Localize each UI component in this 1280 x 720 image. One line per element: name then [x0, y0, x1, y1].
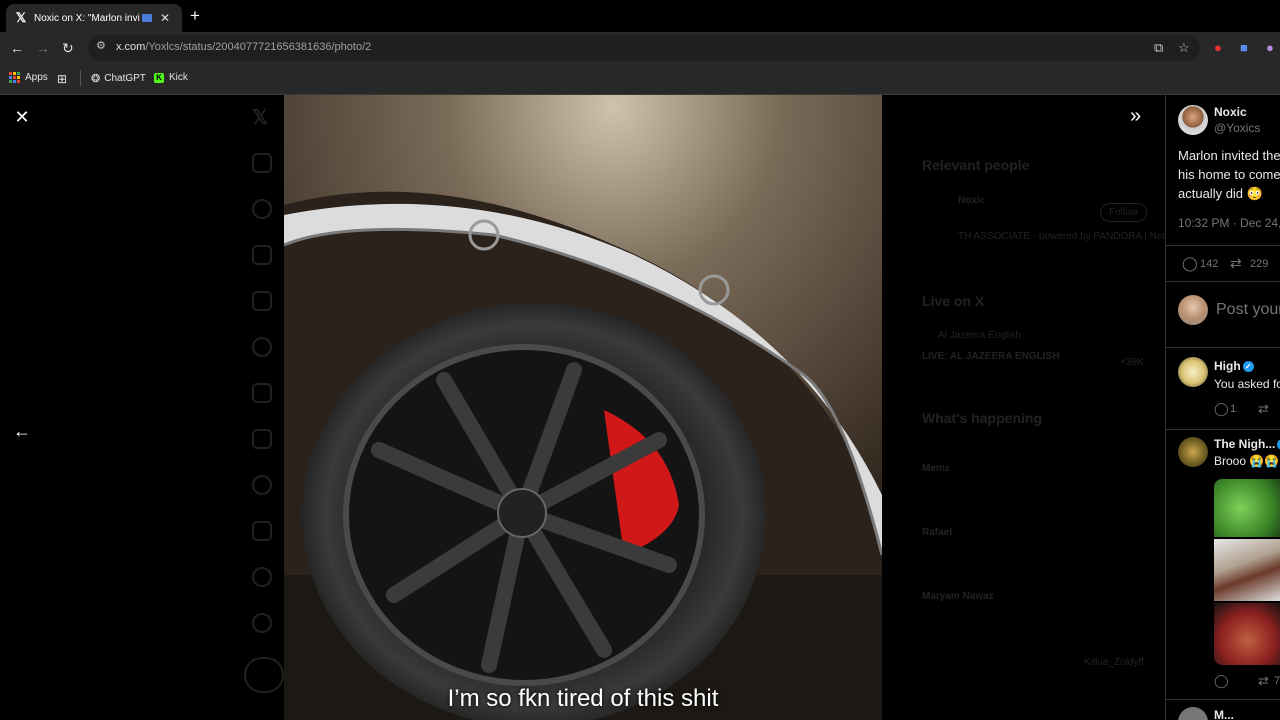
x-logo-icon: 𝕏	[252, 107, 269, 129]
more-icon	[252, 613, 272, 633]
tab-close-button[interactable]: ✕	[160, 11, 170, 25]
reply-icon[interactable]: ◯	[1214, 673, 1229, 689]
install-app-icon[interactable]: ⧉	[1154, 40, 1163, 56]
tab-strip: 𝕏 Noxic on X: "Marlon invited ✕ +	[0, 0, 1280, 32]
reply-text: Brooo 😭😭	[1214, 454, 1280, 468]
live-count: +39K	[1120, 357, 1144, 368]
video-caption: I’m so fkn tired of this shit	[447, 685, 719, 712]
author-avatar[interactable]	[1178, 105, 1208, 135]
media-playing-icon	[142, 14, 152, 22]
collapse-panel-icon[interactable]: »	[1130, 105, 1141, 128]
tweet-text-line: actually did 😳	[1178, 186, 1263, 201]
relevant-people-heading: Relevant people	[922, 157, 1030, 173]
whats-happening-heading: What's happening	[922, 410, 1042, 426]
reply-media-grid[interactable]	[1214, 479, 1280, 665]
tab-groups-icon[interactable]: ⊞	[57, 72, 67, 86]
post-button	[244, 657, 284, 693]
x-logo-icon: 𝕏	[15, 10, 27, 25]
live-title: LIVE: AL JAZEERA ENGLISH	[922, 351, 1060, 362]
reply-author[interactable]: M...	[1214, 708, 1234, 720]
bookmark-star-icon[interactable]: ☆	[1178, 40, 1190, 56]
previous-photo-button[interactable]: ←	[12, 421, 32, 442]
divider	[1166, 281, 1280, 282]
retweet-icon[interactable]: ⇄	[1230, 255, 1242, 272]
divider	[1166, 245, 1280, 246]
back-icon[interactable]: ←	[10, 40, 24, 56]
tweet-timestamp[interactable]: 10:32 PM · Dec 24, 2	[1178, 216, 1280, 230]
notifications-icon	[252, 245, 272, 265]
site-info-icon[interactable]: ⚙	[96, 41, 107, 52]
home-icon	[252, 153, 272, 173]
address-bar[interactable]: ⚙ x.com/Yoxlcs/status/200407772165638163…	[88, 35, 1200, 61]
grok-icon	[252, 337, 272, 357]
retweet-count: 229	[1250, 258, 1269, 270]
url-text: x.com/Yoxlcs/status/2004077721656381636/…	[116, 41, 372, 53]
explore-icon	[252, 199, 272, 219]
bookmarks-icon	[252, 429, 272, 449]
communities-icon	[252, 475, 272, 495]
reply-avatar[interactable]	[1178, 437, 1208, 467]
tweet-text-line: his home to come	[1178, 167, 1280, 182]
watermark-text: Killua_Zoldyff	[1084, 657, 1144, 668]
browser-tab[interactable]: 𝕏 Noxic on X: "Marlon invited ✕	[6, 4, 182, 32]
bookmarks-bar: Apps ⊞ ❂ ChatGPT K Kick	[0, 64, 1280, 95]
reply-icon[interactable]: ◯	[1214, 401, 1229, 417]
divider	[1166, 429, 1280, 430]
tweet-side-panel: Noxic @Yoxics Marlon invited the his hom…	[1165, 95, 1280, 720]
author-name[interactable]: Noxic	[1214, 105, 1247, 119]
follow-button: Follow	[1100, 203, 1147, 222]
reply-count: 1	[1230, 403, 1237, 415]
relevant-person-name: Noxic	[958, 195, 986, 206]
reload-icon[interactable]: ↻	[62, 40, 74, 57]
reply-avatar[interactable]	[1178, 707, 1208, 720]
forward-icon[interactable]: →	[36, 40, 50, 56]
reply-author[interactable]: The Nigh...✓	[1214, 437, 1280, 451]
bookmark-kick[interactable]: K Kick	[154, 72, 188, 83]
extension-icon-2[interactable]: ■	[1240, 40, 1248, 55]
apps-grid-icon	[9, 72, 20, 83]
trend-item: Maryam Nawaz	[922, 591, 994, 602]
reply-avatar[interactable]	[1178, 357, 1208, 387]
chatgpt-icon: ❂	[91, 73, 101, 85]
car-wheel-image	[284, 95, 882, 720]
reply-media-image	[1214, 603, 1280, 665]
reply-author[interactable]: High ✓	[1214, 359, 1254, 373]
reply-count: 142	[1200, 258, 1219, 270]
tab-title: Noxic on X: "Marlon invited	[34, 12, 140, 24]
retweet-count: 7	[1274, 675, 1280, 687]
lists-icon	[252, 383, 272, 403]
trend-item: Memz	[922, 463, 950, 474]
current-user-avatar	[1178, 295, 1208, 325]
profile-icon	[252, 567, 272, 587]
reply-icon[interactable]: ◯	[1182, 255, 1198, 272]
reply-media-image	[1214, 539, 1280, 601]
verified-badge-icon: ✓	[1242, 361, 1254, 373]
live-host: Al Jazeera English	[938, 330, 1021, 341]
bookmark-apps[interactable]: Apps	[9, 72, 48, 83]
divider	[1166, 699, 1280, 700]
author-handle[interactable]: @Yoxics	[1214, 121, 1260, 135]
trend-item: Rafael	[922, 527, 953, 538]
divider	[1166, 347, 1280, 348]
new-tab-button[interactable]: +	[190, 6, 200, 26]
photo-viewer: 𝕏 Relevant people Noxic Follow TH ASSOCI…	[0, 95, 1280, 720]
reply-media-image	[1214, 479, 1280, 537]
reply-text: You asked for	[1214, 377, 1280, 391]
reply-compose-input[interactable]: Post your	[1216, 301, 1280, 319]
retweet-icon[interactable]: ⇄	[1258, 673, 1269, 689]
retweet-icon[interactable]: ⇄	[1258, 401, 1269, 417]
live-on-x-heading: Live on X	[922, 293, 985, 309]
bookmark-chatgpt[interactable]: ❂ ChatGPT	[91, 72, 146, 85]
premium-icon	[252, 521, 272, 541]
tweet-text-line: Marlon invited the	[1178, 148, 1280, 163]
toolbar: ← → ↻ ⚙ x.com/Yoxlcs/status/200407772165…	[0, 32, 1280, 64]
messages-icon	[252, 291, 272, 311]
kick-icon: K	[154, 72, 164, 83]
profile-icon[interactable]: ●	[1266, 40, 1274, 55]
close-viewer-button[interactable]: ✕	[12, 107, 32, 128]
tweet-photo[interactable]: I’m so fkn tired of this shit	[284, 95, 882, 720]
extension-icon[interactable]: ●	[1214, 40, 1222, 55]
bookmark-divider	[80, 70, 81, 86]
